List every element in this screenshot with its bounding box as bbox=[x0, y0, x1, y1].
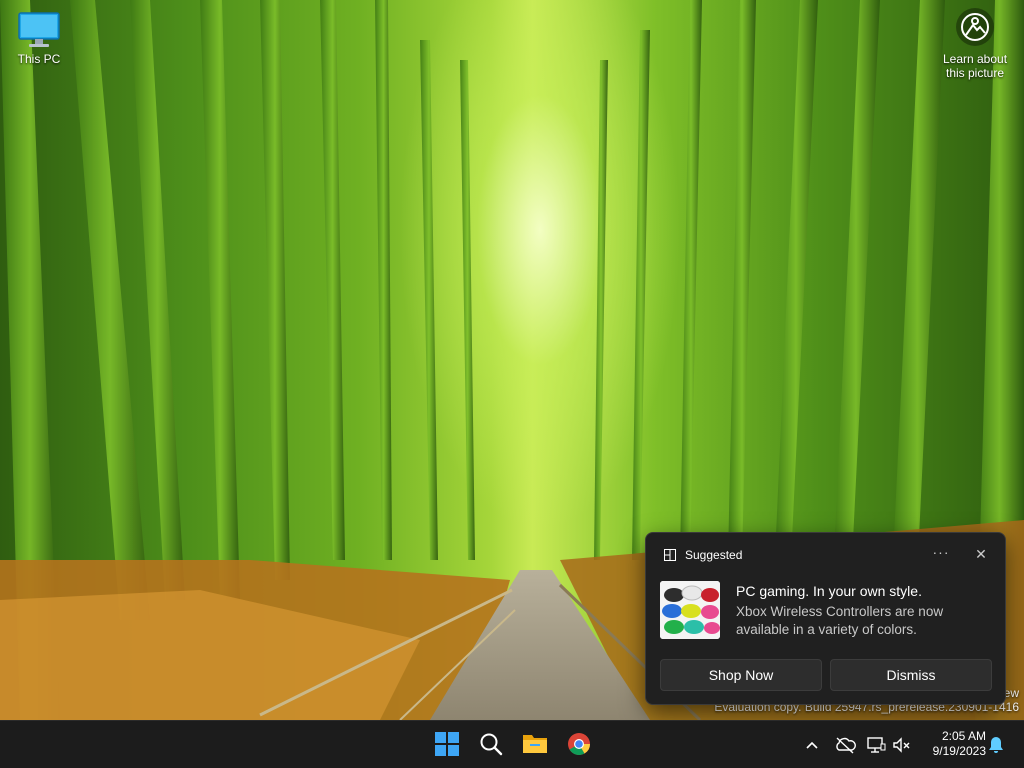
clock-date: 9/19/2023 bbox=[932, 744, 986, 758]
camera-circle-icon bbox=[956, 8, 994, 46]
clock-time: 2:05 AM bbox=[941, 729, 986, 743]
more-options-icon[interactable]: ··· bbox=[932, 545, 950, 563]
this-pc-desktop-icon[interactable]: This PC bbox=[8, 8, 70, 66]
suggested-app-icon bbox=[664, 549, 676, 561]
this-pc-label: This PC bbox=[17, 52, 61, 66]
onedrive-offline-icon bbox=[836, 737, 856, 754]
monitor-icon bbox=[18, 12, 60, 47]
windows-logo-icon bbox=[435, 732, 459, 756]
volume-status[interactable] bbox=[892, 735, 912, 755]
toast-title: PC gaming. In your own style. bbox=[736, 583, 922, 599]
taskbar: 2:05 AM 9/19/2023 bbox=[0, 720, 1024, 768]
network-icon bbox=[867, 737, 886, 753]
learn-label-line1: Learn about bbox=[942, 52, 1008, 66]
search-icon bbox=[480, 733, 503, 756]
toast-body: Xbox Wireless Controllers are now availa… bbox=[736, 604, 944, 637]
toast-header: Suggested bbox=[664, 547, 742, 563]
notification-center-button[interactable] bbox=[986, 735, 1006, 755]
file-explorer-button[interactable] bbox=[520, 729, 550, 759]
taskbar-clock[interactable]: 2:05 AM 9/19/2023 bbox=[922, 729, 986, 759]
show-hidden-icons-button[interactable] bbox=[802, 735, 822, 755]
onedrive-status[interactable] bbox=[834, 735, 856, 755]
learn-about-picture-icon[interactable]: Learn about this picture bbox=[934, 8, 1016, 80]
search-button[interactable] bbox=[476, 729, 506, 759]
close-icon[interactable]: ✕ bbox=[972, 545, 990, 563]
chrome-button[interactable] bbox=[564, 729, 594, 759]
network-status[interactable] bbox=[866, 735, 886, 755]
toast-app-name: Suggested bbox=[685, 548, 743, 562]
chrome-icon bbox=[568, 733, 590, 755]
dismiss-button[interactable]: Dismiss bbox=[830, 659, 992, 691]
xbox-controllers-image bbox=[660, 581, 720, 639]
notification-toast[interactable]: Suggested ··· ✕ PC gaming. In your own s… bbox=[645, 532, 1006, 705]
learn-label-line2: this picture bbox=[945, 66, 1005, 80]
folder-icon bbox=[523, 735, 547, 753]
volume-muted-icon bbox=[893, 737, 910, 753]
chevron-up-icon bbox=[806, 741, 818, 749]
start-button[interactable] bbox=[432, 729, 462, 759]
bell-icon bbox=[989, 737, 1003, 753]
shop-now-button[interactable]: Shop Now bbox=[660, 659, 822, 691]
